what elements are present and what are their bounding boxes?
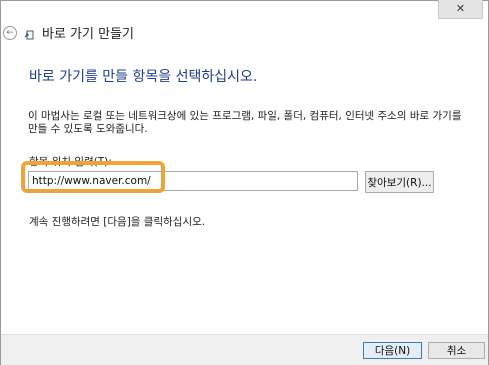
location-input[interactable] xyxy=(28,171,358,191)
next-button[interactable]: 다음(N) xyxy=(363,342,422,359)
browse-button[interactable]: 찾아보기(R)... xyxy=(365,171,434,193)
location-label: 항목 위치 입력(T): xyxy=(29,156,112,168)
wizard-description: 이 마법사는 로컬 또는 네트워크상에 있는 프로그램, 파일, 폴더, 컴퓨터… xyxy=(28,110,462,135)
cancel-button[interactable]: 취소 xyxy=(428,342,485,359)
back-arrow-icon[interactable]: ← xyxy=(3,26,17,40)
window-title: 바로 가기 만들기 xyxy=(42,27,134,42)
next-hint: 계속 진행하려면 [다음]을 클릭하십시오. xyxy=(29,216,206,228)
close-button[interactable]: ✕ xyxy=(438,0,483,19)
wizard-heading: 바로 가기를 만들 항목을 선택하십시오. xyxy=(29,69,258,85)
shortcut-wizard-icon xyxy=(24,30,34,40)
